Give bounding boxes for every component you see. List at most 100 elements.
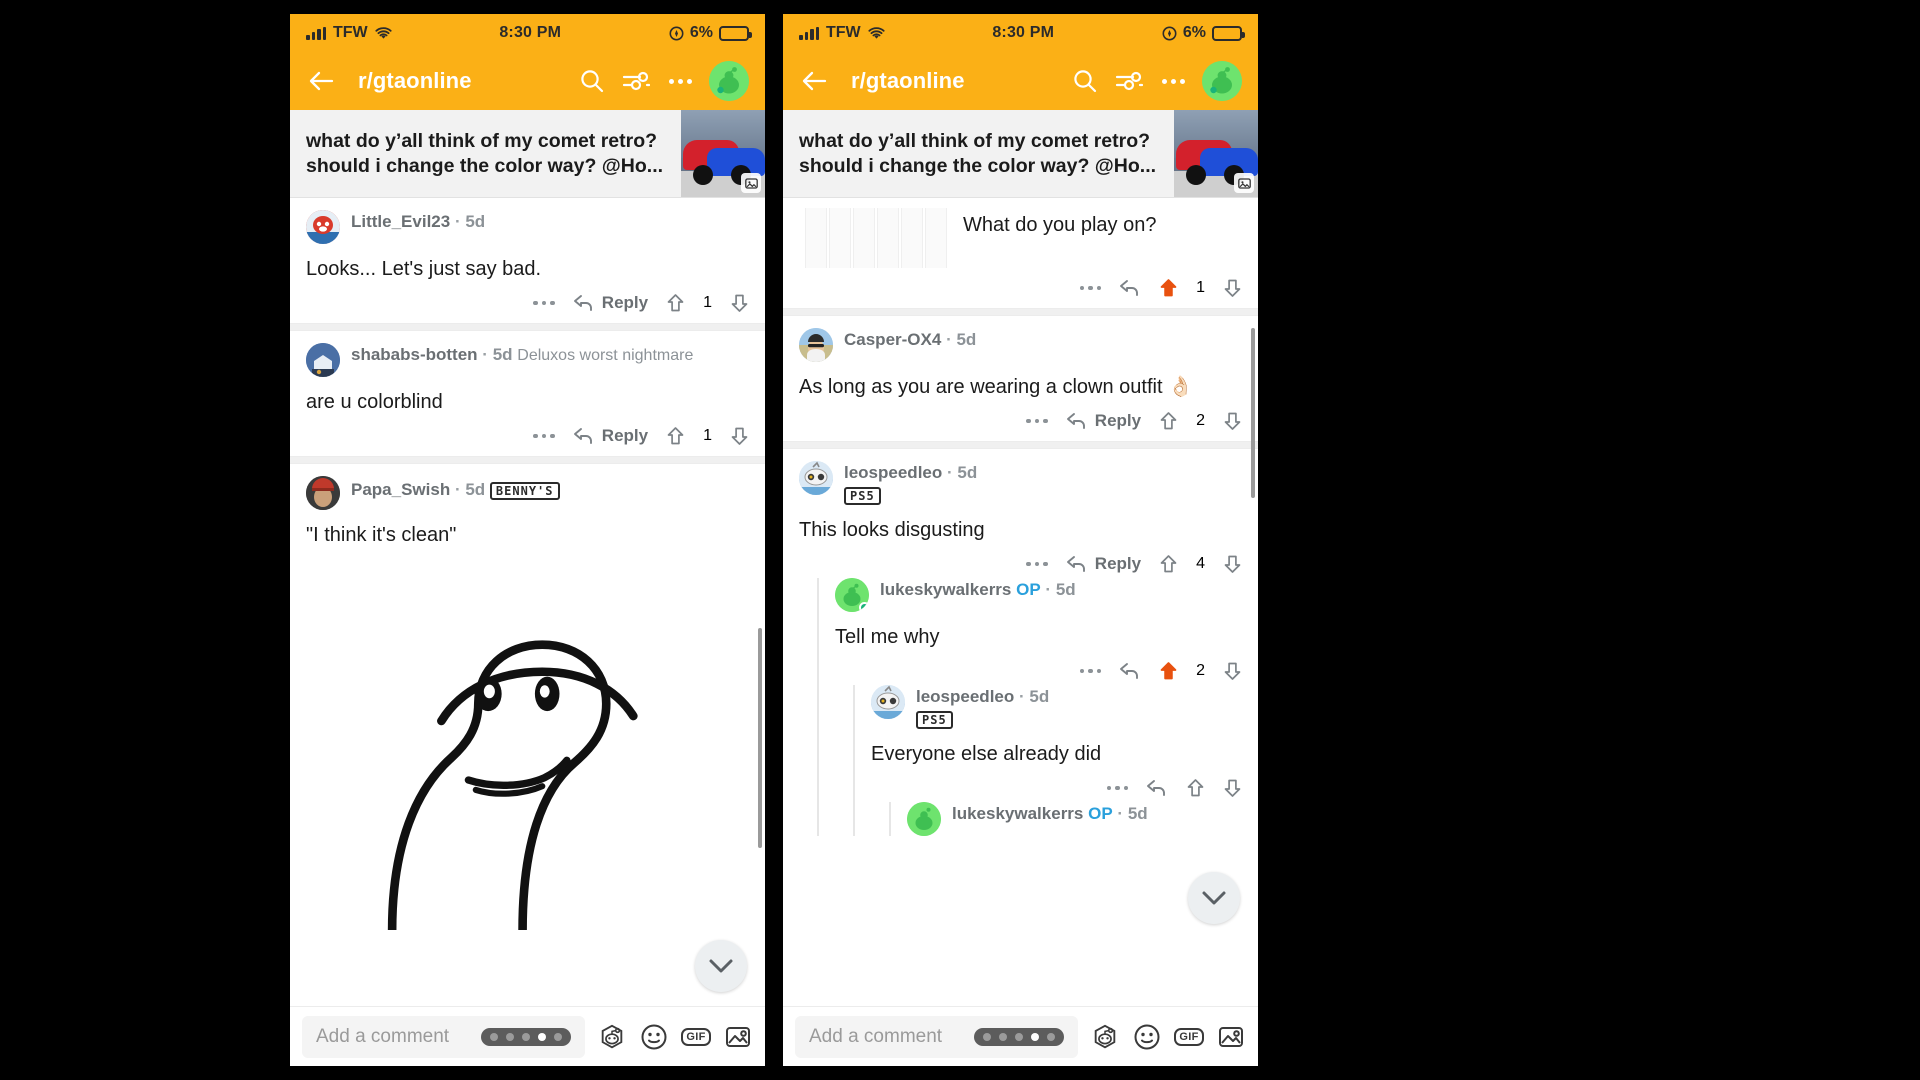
emoji-smiley-icon[interactable] bbox=[639, 1022, 669, 1052]
reddit-snoo-icon[interactable] bbox=[1090, 1022, 1120, 1052]
comment-author[interactable]: leospeedleo · 5d bbox=[916, 687, 1049, 706]
page-dot[interactable] bbox=[506, 1032, 514, 1041]
upvote-button[interactable] bbox=[1159, 411, 1178, 431]
downvote-button[interactable] bbox=[730, 293, 749, 313]
comment-item[interactable]: Little_Evil23 · 5d Looks... Let's just s… bbox=[290, 198, 765, 323]
snoo-avatar-icon[interactable] bbox=[709, 61, 749, 101]
avatar[interactable] bbox=[871, 685, 905, 719]
page-dot[interactable] bbox=[554, 1032, 562, 1041]
comment-author[interactable]: lukeskywalkerrs OP · 5d bbox=[952, 804, 1148, 823]
upvote-button[interactable] bbox=[666, 426, 685, 446]
gif-icon[interactable]: GIF bbox=[1174, 1022, 1204, 1052]
page-dot[interactable] bbox=[490, 1032, 498, 1041]
page-dot[interactable] bbox=[999, 1032, 1007, 1041]
avatar[interactable] bbox=[835, 578, 869, 612]
comment-item[interactable]: shababs-botten · 5d Deluxos worst nightm… bbox=[290, 331, 765, 456]
downvote-button[interactable] bbox=[1223, 778, 1242, 798]
post-title[interactable]: what do y’all think of my comet retro? s… bbox=[290, 110, 681, 197]
snoo-avatar-icon[interactable] bbox=[1202, 61, 1242, 101]
compose-bar-left[interactable]: Add a comment GIF bbox=[290, 1006, 765, 1066]
gif-icon[interactable]: GIF bbox=[681, 1022, 711, 1052]
subreddit-title[interactable]: r/gtaonline bbox=[358, 68, 472, 94]
scroll-down-fab[interactable] bbox=[1188, 872, 1240, 924]
reddit-snoo-icon[interactable] bbox=[597, 1022, 627, 1052]
search-icon[interactable] bbox=[1070, 66, 1100, 96]
upvote-button[interactable] bbox=[1159, 661, 1178, 681]
comment-item[interactable]: leospeedleo · 5d PS5 This looks disgusti… bbox=[783, 449, 1258, 842]
comment-input-wrap[interactable]: Add a comment bbox=[795, 1015, 1078, 1058]
comment-author[interactable]: Papa_Swish · 5d bbox=[351, 480, 490, 499]
image-picker-icon[interactable] bbox=[723, 1022, 753, 1052]
page-dot[interactable] bbox=[1047, 1032, 1055, 1041]
post-header-left[interactable]: what do y’all think of my comet retro? s… bbox=[290, 110, 765, 198]
comment-input[interactable]: Add a comment bbox=[316, 1026, 469, 1048]
upvote-button[interactable] bbox=[1186, 778, 1205, 798]
upvote-button[interactable] bbox=[666, 293, 685, 313]
page-dot[interactable] bbox=[1015, 1032, 1023, 1041]
upvote-button[interactable] bbox=[1159, 554, 1178, 574]
back-arrow-icon[interactable] bbox=[306, 66, 336, 96]
reply-button[interactable]: Reply bbox=[1066, 554, 1141, 574]
comment-item[interactable]: Casper-OX4 · 5d As long as you are weari… bbox=[783, 316, 1258, 441]
overflow-menu-icon[interactable] bbox=[1026, 561, 1048, 567]
page-dot[interactable] bbox=[983, 1032, 991, 1041]
downvote-button[interactable] bbox=[1223, 278, 1242, 298]
scroll-indicator[interactable] bbox=[758, 628, 762, 848]
sort-filter-icon[interactable] bbox=[621, 66, 651, 96]
overflow-menu-icon[interactable] bbox=[1106, 785, 1128, 791]
avatar[interactable] bbox=[306, 476, 340, 510]
downvote-button[interactable] bbox=[1223, 661, 1242, 681]
scroll-indicator[interactable] bbox=[1251, 328, 1255, 498]
image-picker-icon[interactable] bbox=[1216, 1022, 1246, 1052]
comment-author[interactable]: leospeedleo · 5d bbox=[844, 463, 977, 482]
comment-author[interactable]: lukeskywalkerrs OP · 5d bbox=[880, 580, 1076, 599]
page-dot-active[interactable] bbox=[1031, 1032, 1039, 1041]
compose-bar-right[interactable]: Add a comment GIF bbox=[783, 1006, 1258, 1066]
comment-author[interactable]: Little_Evil23 · 5d bbox=[351, 212, 485, 231]
downvote-button[interactable] bbox=[1223, 554, 1242, 574]
comment-author[interactable]: shababs-botten · 5d bbox=[351, 345, 517, 364]
overflow-menu-icon[interactable] bbox=[1079, 668, 1102, 674]
back-arrow-icon[interactable] bbox=[799, 66, 829, 96]
downvote-button[interactable] bbox=[730, 426, 749, 446]
overflow-menu-icon[interactable] bbox=[533, 300, 555, 306]
page-dot-active[interactable] bbox=[538, 1032, 546, 1041]
downvote-button[interactable] bbox=[1223, 411, 1242, 431]
page-indicator[interactable] bbox=[974, 1027, 1064, 1046]
comment-input[interactable]: Add a comment bbox=[809, 1026, 962, 1048]
reply-button[interactable] bbox=[1119, 662, 1141, 680]
post-header-right[interactable]: what do y’all think of my comet retro? s… bbox=[783, 110, 1258, 198]
comment-item[interactable]: Papa_Swish · 5d BENNY'S "I think it's cl… bbox=[290, 464, 765, 555]
reply-button[interactable]: Reply bbox=[1066, 411, 1141, 431]
reply-button[interactable]: Reply bbox=[573, 426, 648, 446]
comment-item-partial[interactable]: What do you play on? 1 bbox=[783, 198, 1258, 308]
sort-filter-icon[interactable] bbox=[1114, 66, 1144, 96]
avatar[interactable] bbox=[306, 210, 340, 244]
reply-button[interactable] bbox=[1119, 279, 1141, 297]
comment-input-wrap[interactable]: Add a comment bbox=[302, 1015, 585, 1058]
page-indicator[interactable] bbox=[481, 1027, 571, 1046]
avatar[interactable] bbox=[799, 461, 833, 495]
reply-button[interactable]: Reply bbox=[573, 293, 648, 313]
emoji-smiley-icon[interactable] bbox=[1132, 1022, 1162, 1052]
scroll-down-fab[interactable] bbox=[695, 940, 747, 992]
comments-feed-left[interactable]: Little_Evil23 · 5d Looks... Let's just s… bbox=[290, 198, 765, 1006]
page-dot[interactable] bbox=[522, 1032, 530, 1041]
overflow-menu-icon[interactable] bbox=[665, 66, 695, 96]
comment-author[interactable]: Casper-OX4 · 5d bbox=[844, 330, 976, 349]
avatar[interactable] bbox=[306, 343, 340, 377]
post-thumbnail[interactable] bbox=[681, 110, 765, 197]
comments-feed-right[interactable]: What do you play on? 1 Casper-OX4 · 5d A… bbox=[783, 198, 1258, 1006]
search-icon[interactable] bbox=[577, 66, 607, 96]
upvote-button[interactable] bbox=[1159, 278, 1178, 298]
post-thumbnail[interactable] bbox=[1174, 110, 1258, 197]
post-title[interactable]: what do y’all think of my comet retro? s… bbox=[783, 110, 1174, 197]
avatar[interactable] bbox=[907, 802, 941, 836]
overflow-menu-icon[interactable] bbox=[1026, 418, 1048, 424]
overflow-menu-icon[interactable] bbox=[533, 433, 555, 439]
reply-button[interactable] bbox=[1146, 779, 1168, 797]
avatar[interactable] bbox=[799, 328, 833, 362]
subreddit-title[interactable]: r/gtaonline bbox=[851, 68, 965, 94]
comment-image-meme[interactable] bbox=[290, 555, 765, 931]
overflow-menu-icon[interactable] bbox=[1079, 285, 1102, 291]
